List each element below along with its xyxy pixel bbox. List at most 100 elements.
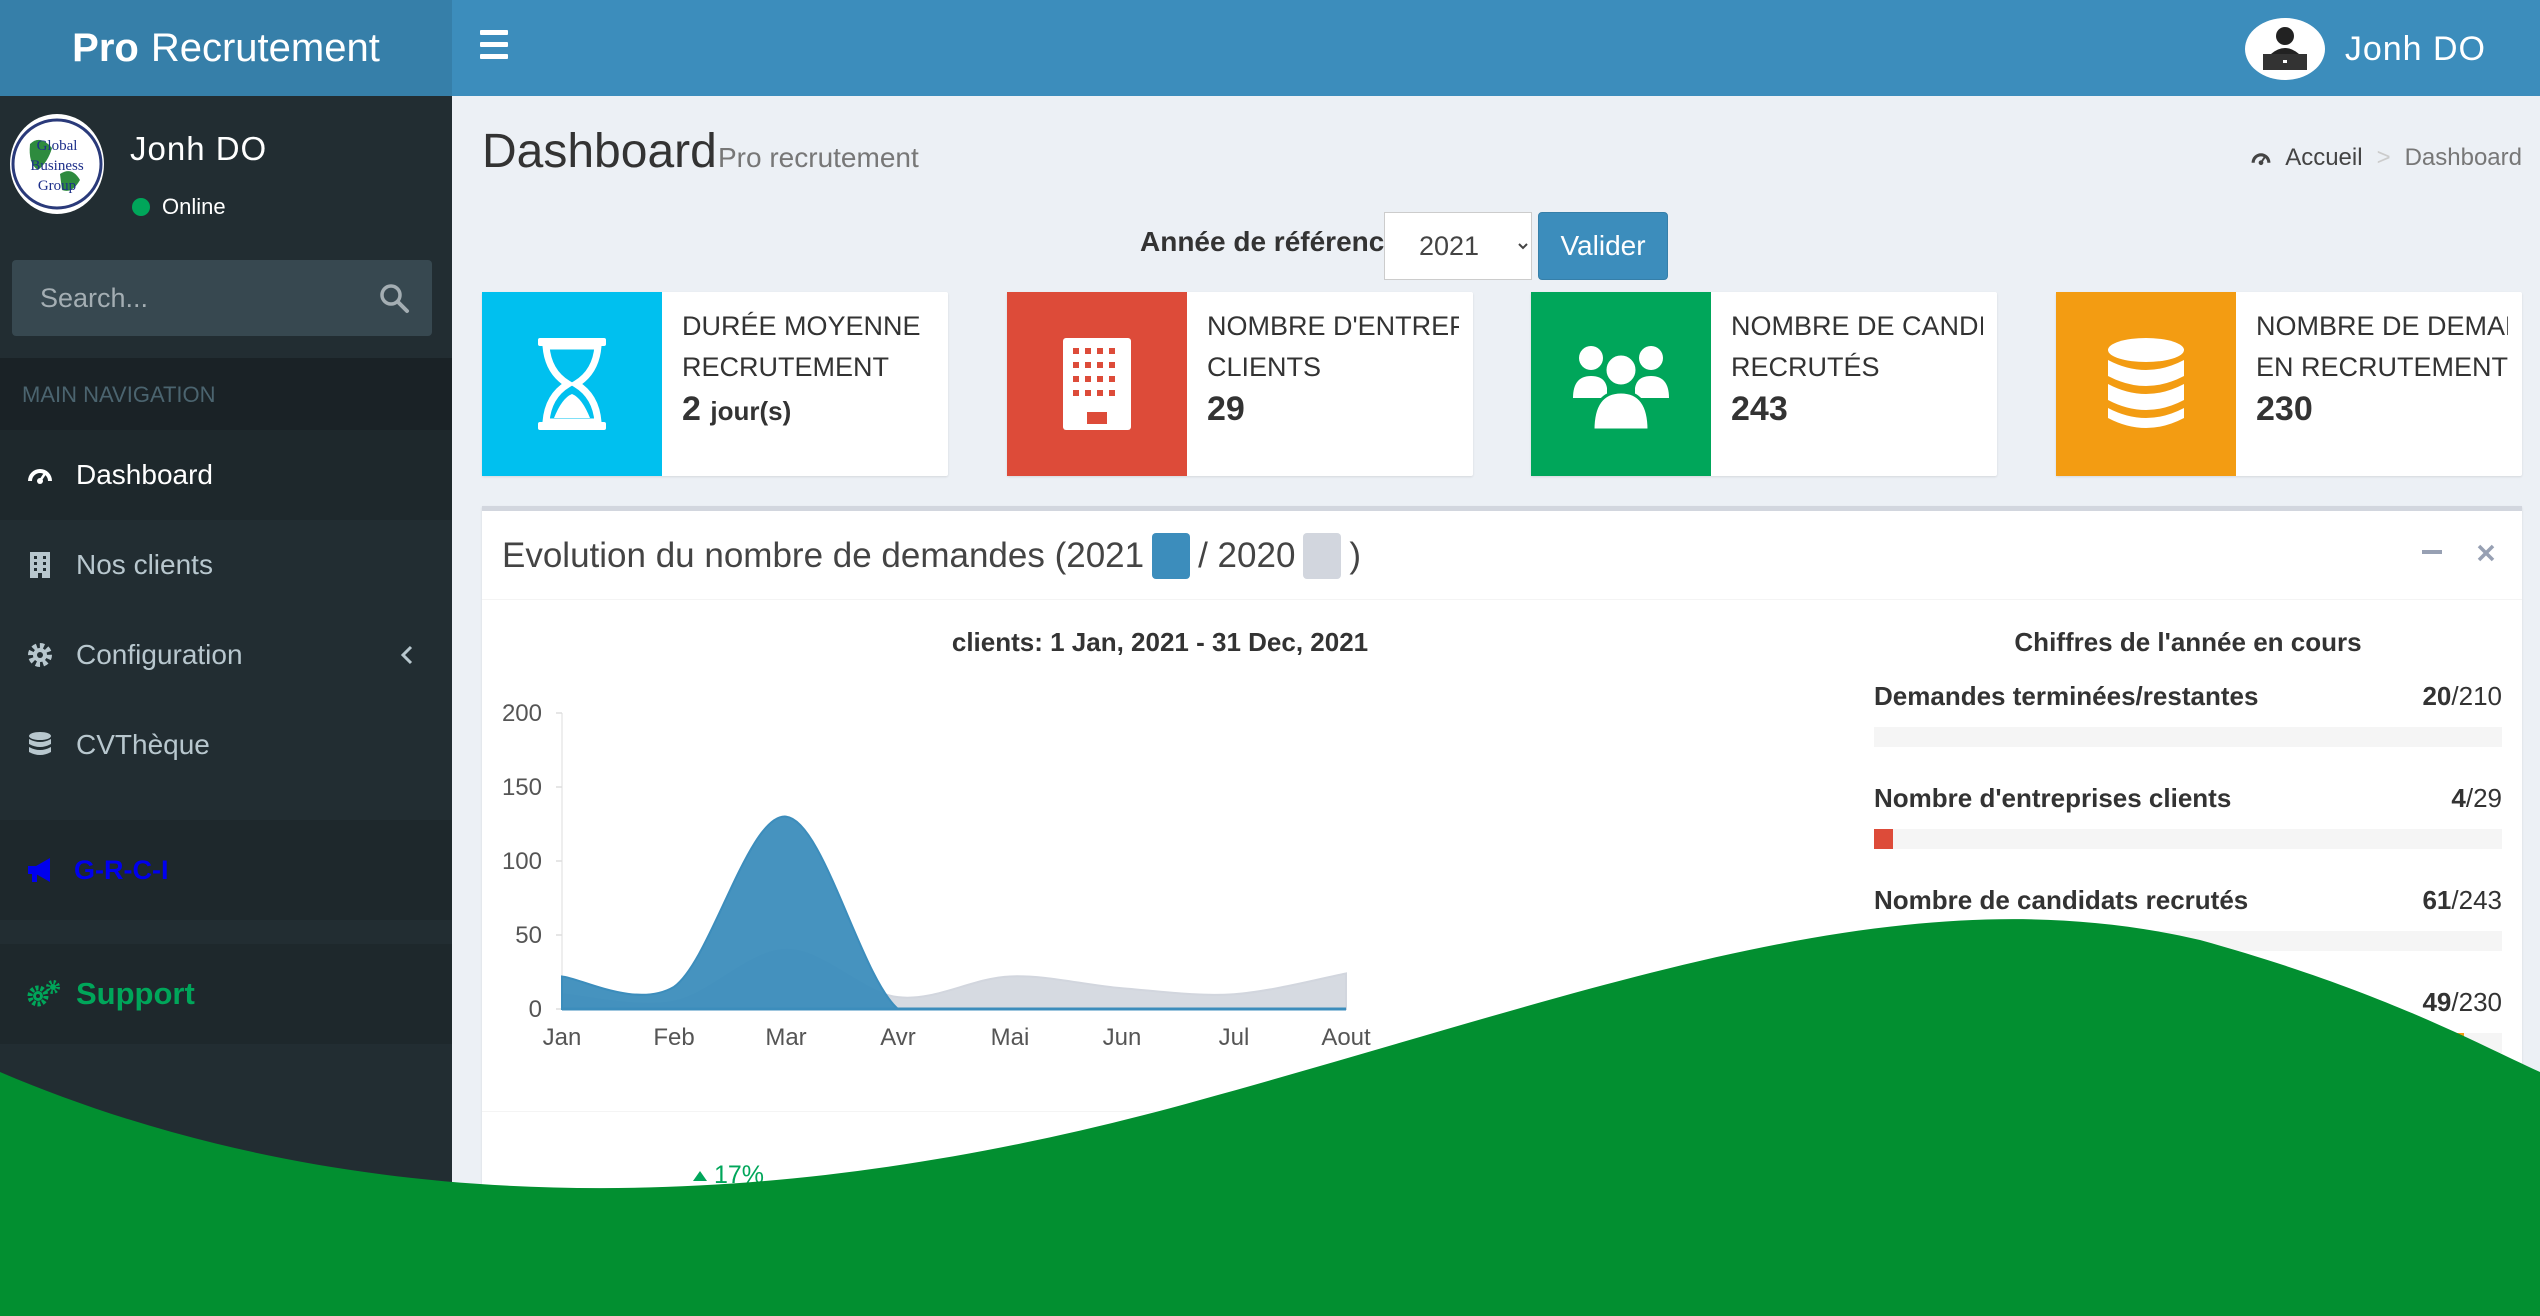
reference-year-select[interactable]: 2021 bbox=[1384, 212, 1532, 280]
y-tick-label: 0 bbox=[529, 996, 542, 1023]
chevron-left-icon bbox=[400, 641, 414, 673]
sidebar-item-label: Dashboard bbox=[76, 459, 213, 490]
description-percentage: 17% bbox=[692, 1161, 764, 1190]
breadcrumb-current: Dashboard bbox=[2404, 144, 2522, 171]
progress-total: /29 bbox=[2465, 783, 2502, 813]
progress-track bbox=[1874, 727, 2502, 747]
percentage-label: 17% bbox=[714, 1161, 765, 1189]
progress-label: Nombre d'entreprises clients bbox=[1874, 783, 2232, 813]
hourglass-icon bbox=[482, 292, 662, 476]
panel-title-suffix: ) bbox=[1349, 536, 1362, 575]
user-status[interactable]: Online bbox=[132, 194, 226, 220]
progress-label: Demandes terminées/restantes bbox=[1874, 681, 2259, 711]
progress-fill bbox=[1874, 1033, 2465, 1053]
info-box-number: 29 bbox=[1207, 390, 1245, 428]
dashboard-icon bbox=[2249, 147, 2273, 169]
page-subtitle: Pro recrutement bbox=[718, 142, 919, 173]
search-icon[interactable] bbox=[378, 282, 410, 314]
series-area-2021 bbox=[561, 815, 1346, 1011]
breadcrumb-home-label: Accueil bbox=[2285, 144, 2363, 171]
sidebar-item-cvtheque[interactable]: CVThèque bbox=[0, 700, 452, 790]
progress-done: 20 bbox=[2422, 681, 2452, 711]
progress-item: Demandes terminées/restantes 20/210 bbox=[1874, 681, 2502, 747]
gear-icon bbox=[26, 641, 54, 669]
x-tick-label: Jul bbox=[1219, 1024, 1250, 1051]
sidebar-item-label: CVThèque bbox=[76, 729, 210, 760]
database-icon bbox=[2056, 292, 2236, 476]
gears-icon bbox=[26, 978, 62, 1010]
breadcrumb: Accueil > Dashboard bbox=[2249, 144, 2522, 172]
sidebar-user-name: Jonh DO bbox=[130, 130, 268, 167]
area-chart: 0 50 100 150 200 Jan Feb Mar Avr Mai Jun Jul Aout bbox=[502, 700, 1371, 1051]
panel-tools bbox=[2420, 541, 2498, 565]
database-icon bbox=[26, 731, 54, 759]
info-box-number: 243 bbox=[1731, 390, 1788, 428]
nav-header: MAIN NAVIGATION bbox=[0, 358, 452, 430]
search-input[interactable] bbox=[12, 260, 352, 336]
validate-button[interactable]: Valider bbox=[1538, 212, 1668, 280]
progress-total: /230 bbox=[2451, 987, 2502, 1017]
progress-title: Chiffres de l'année en cours bbox=[2014, 627, 2362, 657]
sidebar-item-grci[interactable]: G-R-C-I bbox=[0, 820, 452, 920]
grci-label: G-R-C-I bbox=[74, 854, 169, 885]
x-tick-label: Feb bbox=[653, 1024, 694, 1051]
breadcrumb-home[interactable]: Accueil bbox=[2249, 144, 2363, 172]
progress-track bbox=[1874, 1033, 2502, 1053]
sidebar-item-configuration[interactable]: Configuration bbox=[0, 610, 452, 700]
header-user-name: Jonh DO bbox=[2344, 29, 2486, 68]
progress-done: 49 bbox=[2422, 987, 2452, 1017]
brand-logo[interactable]: Pro Recrutement bbox=[0, 0, 452, 96]
sidebar-search bbox=[12, 260, 432, 336]
users-icon bbox=[1531, 292, 1711, 476]
collapse-icon[interactable] bbox=[2420, 541, 2444, 565]
online-dot-icon bbox=[132, 198, 150, 216]
y-tick-label: 200 bbox=[502, 700, 542, 727]
user-avatar bbox=[2244, 18, 2325, 80]
x-tick-label: Jan bbox=[543, 1024, 582, 1051]
sidebar-item-label: Configuration bbox=[76, 639, 243, 670]
company-logo: Global Business Group bbox=[10, 114, 104, 214]
info-box-number: 2 jour(s) bbox=[682, 390, 792, 428]
progress-track bbox=[1874, 931, 2502, 951]
sidebar-nav: Dashboard Nos clients Configuration CVTh… bbox=[0, 430, 452, 790]
y-tick-label: 100 bbox=[502, 848, 542, 875]
progress-item: Nombre de candidats recrutés 61/243 bbox=[1874, 885, 2502, 951]
x-tick-label: Mai bbox=[991, 1024, 1030, 1051]
progress-total: /210 bbox=[2451, 681, 2502, 711]
chart-title: clients: 1 Jan, 2021 - 31 Dec, 2021 bbox=[951, 627, 1369, 657]
sidebar-item-dashboard[interactable]: Dashboard bbox=[0, 430, 452, 520]
user-menu[interactable]: Jonh DO bbox=[2244, 18, 2486, 80]
x-tick-label: Jun bbox=[1103, 1024, 1142, 1051]
sidebar-item-clients[interactable]: Nos clients bbox=[0, 520, 452, 610]
progress-item: Nombre d'entreprises clients 4/29 bbox=[1874, 783, 2502, 849]
x-tick-label: Mar bbox=[765, 1024, 806, 1051]
svg-text:Global: Global bbox=[37, 138, 78, 154]
legend-swatch-2021 bbox=[1152, 533, 1191, 579]
close-icon[interactable] bbox=[2474, 541, 2498, 565]
info-box-avg-duration: DURÉE MOYENNE RECRUTEMENT 2 jour(s) bbox=[482, 292, 948, 476]
user-status-label: Online bbox=[162, 194, 226, 219]
building-icon bbox=[1007, 292, 1187, 476]
y-tick-label: 50 bbox=[515, 922, 542, 949]
megaphone-icon bbox=[26, 856, 58, 884]
info-box-label: NOMBRE D'ENTREPRISESCLIENTS bbox=[1207, 311, 1459, 382]
info-box-candidates: NOMBRE DE CANDIDATSRECRUTÉS 243 bbox=[1531, 292, 1997, 476]
description-amount: $35,21 bbox=[654, 1201, 746, 1234]
info-box-label: NOMBRE DE DEMANDESEN RECRUTEMENT bbox=[2256, 311, 2508, 382]
sidebar-item-label: Nos clients bbox=[76, 549, 213, 580]
progress-label: Nombre de candidats recrutés bbox=[1874, 885, 2249, 915]
x-tick-label: Aout bbox=[1321, 1024, 1371, 1051]
panel-title-prefix: Evolution du nombre de demandes (2021 bbox=[502, 536, 1145, 575]
y-tick-label: 150 bbox=[502, 774, 542, 801]
caret-up-icon bbox=[693, 1170, 707, 1181]
progress-total: /243 bbox=[2451, 885, 2502, 915]
svg-text:Group: Group bbox=[38, 178, 76, 194]
sidebar: Global Business Group Jonh DO Online MAI… bbox=[0, 96, 452, 1316]
progress-done: 4 bbox=[2451, 783, 2466, 813]
evolution-panel: Evolution du nombre de demandes (2021 / … bbox=[482, 506, 2522, 1316]
info-box-clients: NOMBRE D'ENTREPRISESCLIENTS 29 bbox=[1007, 292, 1473, 476]
sidebar-item-support[interactable]: Support bbox=[0, 944, 452, 1044]
page-title: Dashboard bbox=[482, 125, 717, 178]
progress-fill bbox=[1874, 829, 1893, 849]
hamburger-menu-icon[interactable] bbox=[480, 30, 520, 66]
